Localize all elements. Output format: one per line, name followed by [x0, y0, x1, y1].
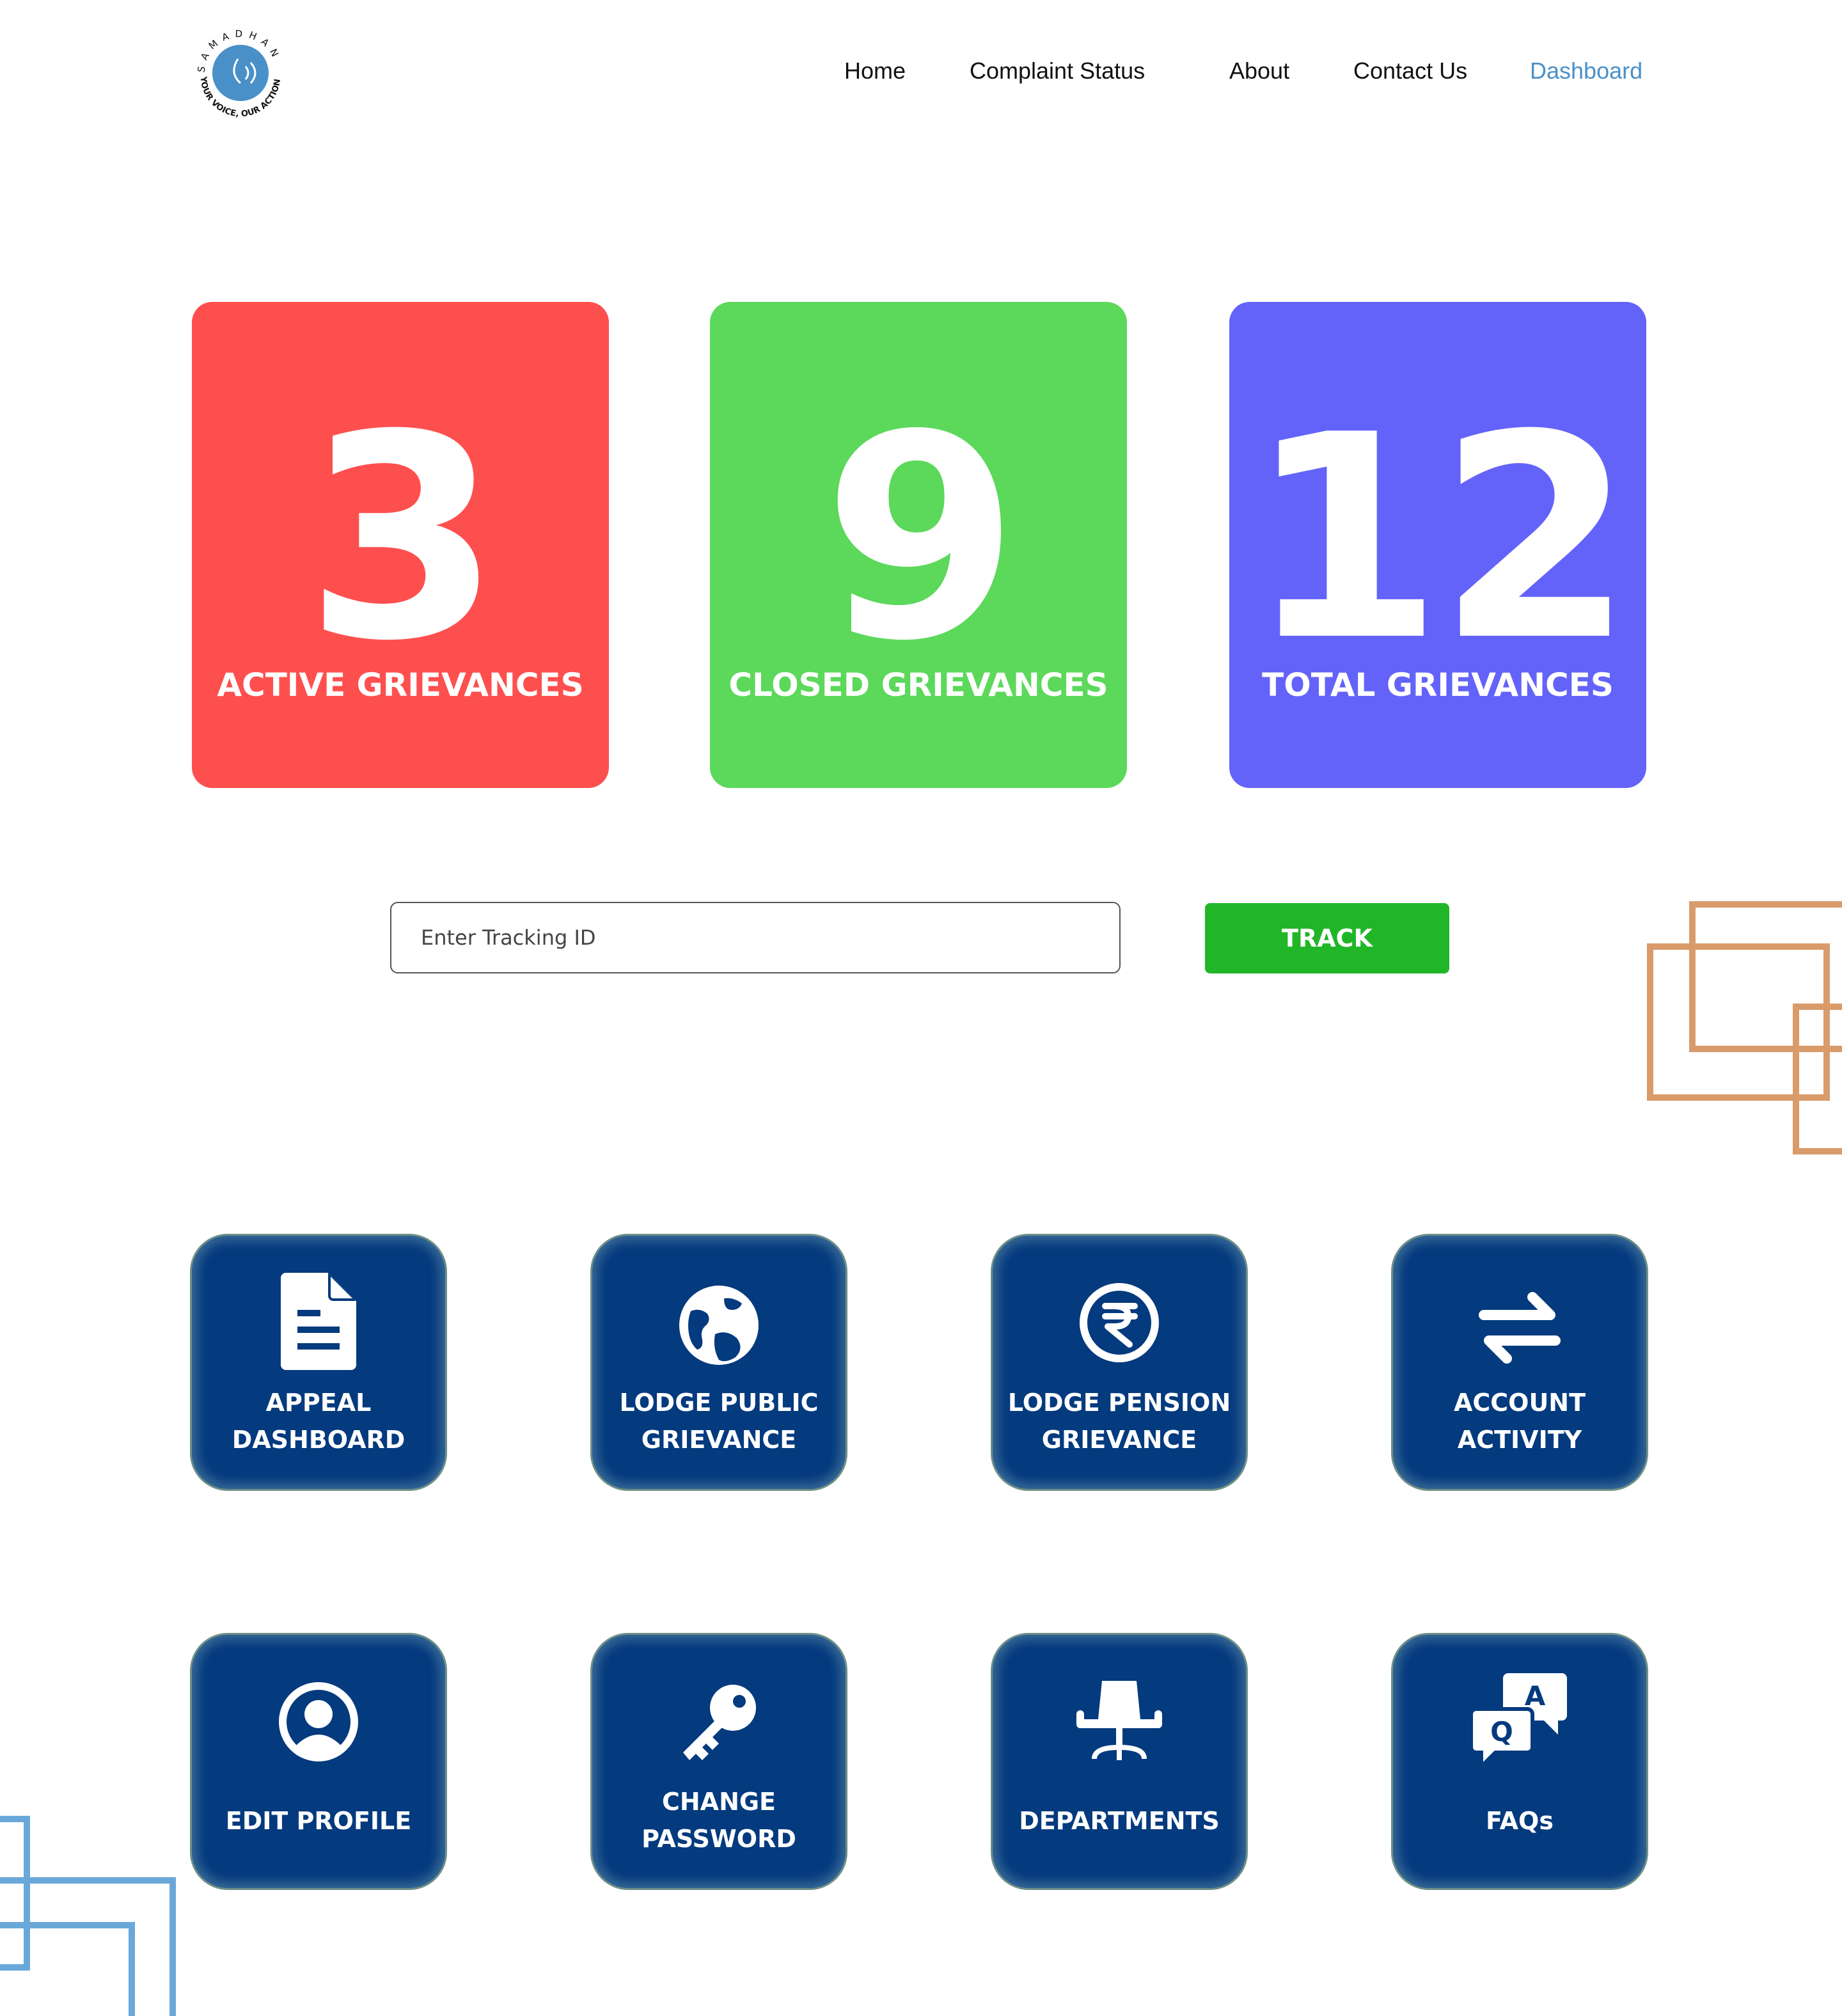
closed-grievances-label: CLOSED GRIEVANCES — [728, 666, 1108, 704]
decor-blue-squares — [0, 1816, 176, 2016]
tile-label-line: FAQs — [1486, 1807, 1554, 1835]
decor-orange-squares — [1647, 901, 1842, 1154]
tile-label-line: DASHBOARD — [232, 1426, 405, 1454]
nav-home[interactable]: Home — [844, 58, 906, 84]
tile-label-line: ACTIVITY — [1457, 1426, 1582, 1454]
tile-appeal-dashboard[interactable]: APPEAL DASHBOARD — [192, 1236, 445, 1489]
active-grievances-count: 3 — [304, 375, 501, 702]
tile-label-line: APPEAL — [265, 1389, 372, 1417]
tracking-id-input[interactable] — [390, 902, 1121, 973]
user-circle-icon — [279, 1682, 358, 1761]
faq-answer-letter: A — [1525, 1680, 1546, 1712]
document-icon — [281, 1273, 356, 1370]
nav-contact-us[interactable]: Contact Us — [1353, 58, 1467, 84]
key-icon — [683, 1685, 756, 1760]
tile-label-line: GRIEVANCE — [641, 1426, 797, 1454]
faq-question-letter: Q — [1490, 1716, 1513, 1747]
tile-label-line: LODGE PUBLIC — [619, 1389, 819, 1417]
tile-label-line: PASSWORD — [642, 1825, 796, 1853]
tile-lodge-pension-grievance[interactable]: LODGE PENSION GRIEVANCE — [993, 1236, 1246, 1489]
office-chair-icon — [1076, 1681, 1162, 1760]
tile-label-line: ACCOUNT — [1453, 1389, 1586, 1417]
tile-label-line: EDIT PROFILE — [225, 1807, 412, 1835]
total-grievances-card[interactable]: 12 TOTAL GRIEVANCES — [1229, 302, 1646, 788]
tile-change-password[interactable]: CHANGE PASSWORD — [592, 1635, 846, 1888]
nav-complaint-status[interactable]: Complaint Status — [970, 58, 1145, 84]
track-button[interactable]: TRACK — [1205, 903, 1449, 973]
tile-lodge-public-grievance[interactable]: LODGE PUBLIC GRIEVANCE — [592, 1236, 846, 1489]
rupee-icon — [1080, 1283, 1159, 1362]
nav-dashboard[interactable]: Dashboard — [1530, 58, 1642, 84]
closed-grievances-count: 9 — [823, 375, 1019, 702]
samadhan-logo[interactable]: SAMADHAN YOUR VOICE, OUR ACTION — [187, 26, 294, 120]
tile-edit-profile[interactable]: EDIT PROFILE — [192, 1635, 445, 1888]
globe-icon — [679, 1286, 759, 1365]
tile-label-line: DEPARTMENTS — [1019, 1807, 1220, 1835]
closed-grievances-card[interactable]: 9 CLOSED GRIEVANCES — [710, 302, 1127, 788]
total-grievances-label: TOTAL GRIEVANCES — [1262, 666, 1614, 704]
tile-faqs[interactable]: A Q FAQs — [1393, 1635, 1646, 1888]
tile-label-line: LODGE PENSION — [1007, 1389, 1231, 1417]
nav-about[interactable]: About — [1229, 58, 1289, 84]
faq-bubbles-icon: A Q — [1470, 1673, 1567, 1772]
total-grievances-count: 12 — [1247, 375, 1633, 702]
tile-account-activity[interactable]: ACCOUNT ACTIVITY — [1393, 1236, 1646, 1489]
tile-label-line: CHANGE — [661, 1788, 776, 1816]
active-grievances-card[interactable]: 3 ACTIVE GRIEVANCES — [192, 302, 609, 788]
tile-label-line: GRIEVANCE — [1041, 1426, 1197, 1454]
active-grievances-label: ACTIVE GRIEVANCES — [217, 666, 584, 704]
tile-departments[interactable]: DEPARTMENTS — [993, 1635, 1246, 1888]
exchange-arrows-icon — [1479, 1292, 1561, 1364]
